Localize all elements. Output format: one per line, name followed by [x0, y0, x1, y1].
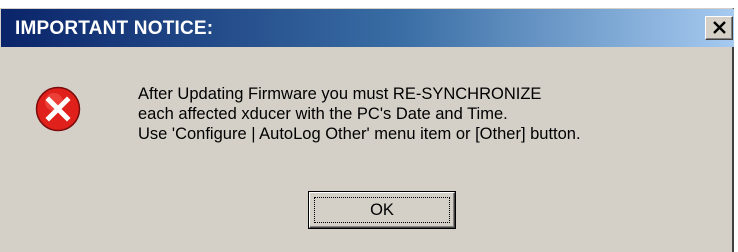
focus-rectangle: OK [314, 197, 450, 223]
message-line: After Updating Firmware you must RE-SYNC… [138, 85, 542, 103]
notice-dialog: IMPORTANT NOTICE: After Updating Firmwar… [0, 8, 734, 252]
message-line: each affected xducer with the PC's Date … [138, 105, 508, 123]
message-line: Use 'Configure | AutoLog Other' menu ite… [138, 125, 581, 143]
close-icon [713, 21, 726, 34]
window-title: IMPORTANT NOTICE: [15, 18, 214, 39]
notice-message: After Updating Firmware you must RE-SYNC… [138, 84, 581, 144]
close-button[interactable] [705, 16, 733, 40]
error-icon [35, 86, 81, 132]
ok-button[interactable]: OK [308, 191, 456, 229]
title-bar[interactable]: IMPORTANT NOTICE: [1, 9, 734, 47]
ok-button-label: OK [370, 200, 394, 219]
